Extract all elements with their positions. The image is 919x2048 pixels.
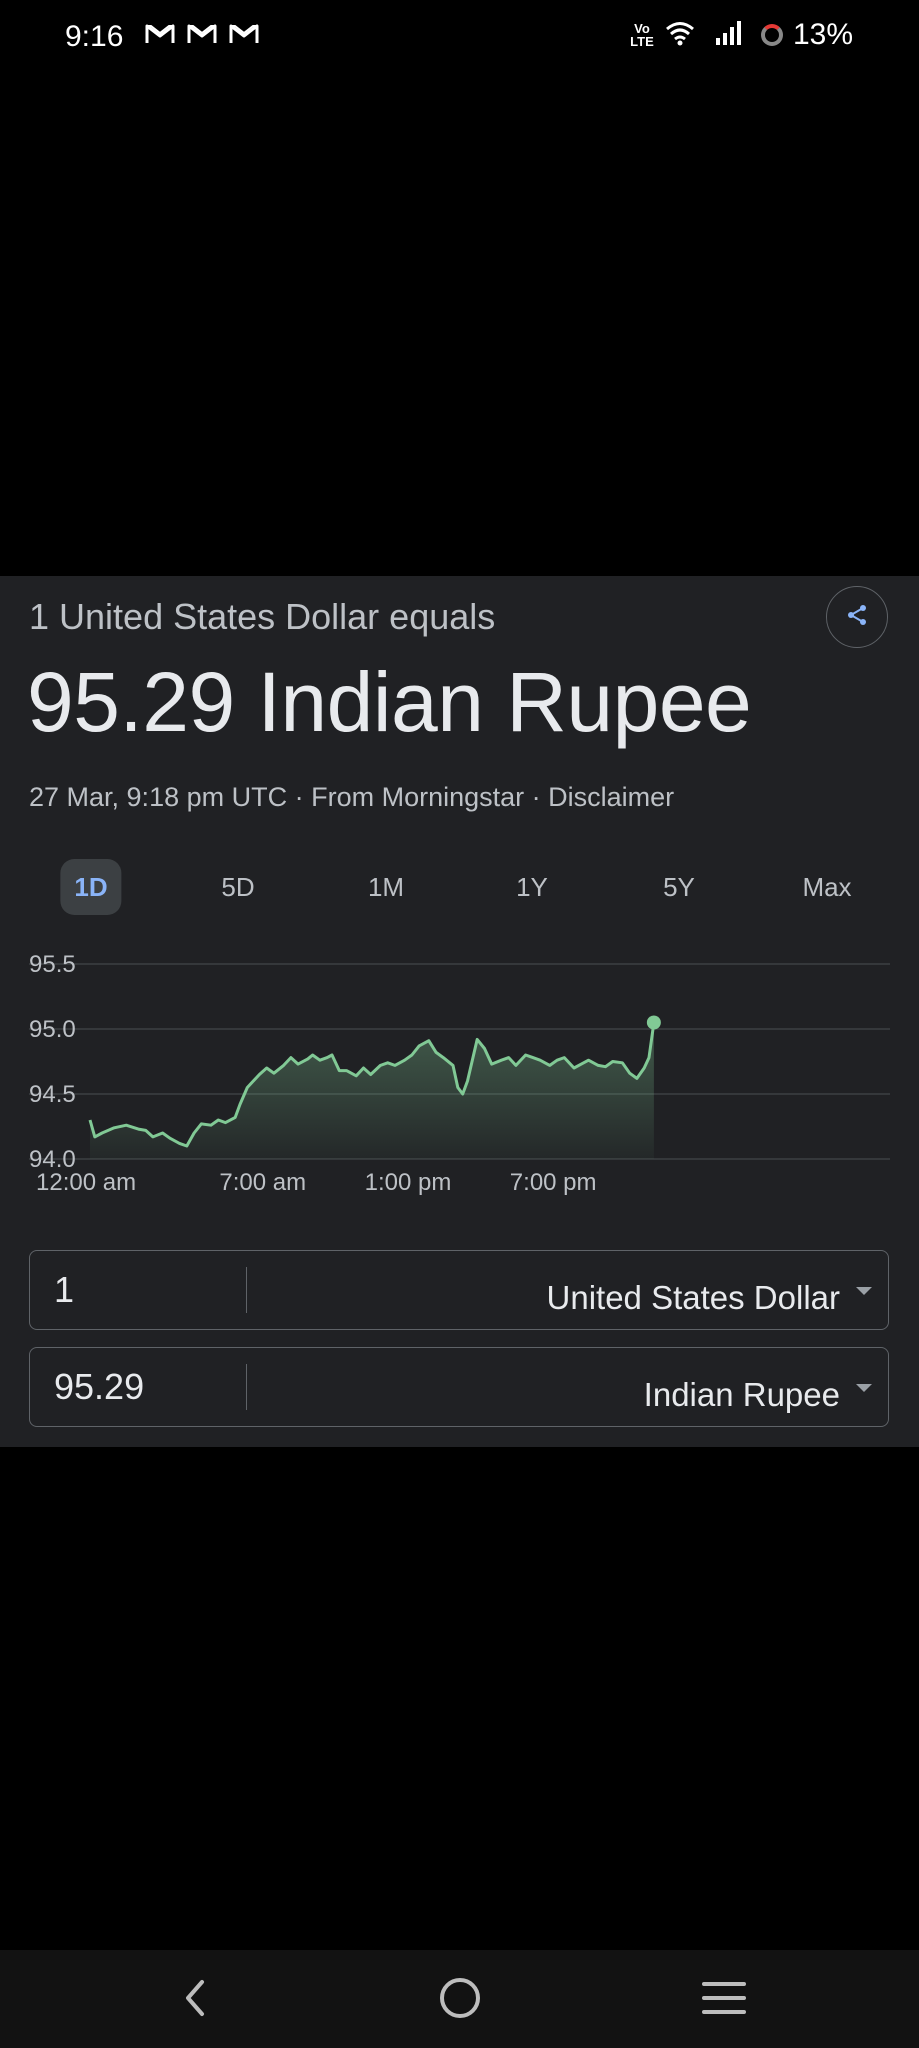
y-tick-label: 95.0 — [29, 1016, 76, 1043]
from-currency-select[interactable]: United States Dollar — [547, 1279, 840, 1317]
currency-converter-card: 1 United States Dollar equals 95.29 Indi… — [0, 576, 919, 1447]
row-divider — [246, 1267, 247, 1313]
tab-1d[interactable]: 1D — [60, 859, 122, 915]
back-button[interactable] — [165, 1970, 225, 2030]
gmail-icon — [228, 22, 260, 46]
to-amount-input[interactable]: 95.29 — [54, 1366, 144, 1408]
gmail-icon — [186, 22, 218, 46]
x-tick-label: 1:00 pm — [365, 1169, 452, 1196]
chart-last-point — [646, 1015, 661, 1030]
to-currency-row: 95.29 Indian Rupee — [29, 1347, 889, 1427]
tab-1y[interactable]: 1Y — [502, 859, 562, 915]
x-tick-label: 7:00 pm — [510, 1169, 597, 1196]
to-currency-select[interactable]: Indian Rupee — [644, 1376, 840, 1414]
x-tick-label: 12:00 am — [36, 1169, 136, 1196]
signal-icon — [715, 20, 743, 51]
x-tick-label: 7:00 am — [219, 1169, 306, 1196]
tab-5d[interactable]: 5D — [207, 859, 268, 915]
menu-icon — [702, 1980, 746, 2021]
back-icon — [180, 1978, 210, 2023]
navigation-bar — [0, 1950, 919, 2048]
status-time: 9:16 — [65, 20, 124, 53]
y-tick-label: 95.5 — [29, 951, 76, 978]
range-tabs: 1D 5D 1M 1Y 5Y Max — [0, 859, 919, 915]
recents-button[interactable] — [694, 1970, 754, 2030]
y-tick-label: 94.5 — [29, 1081, 76, 1108]
exchange-rate-chart: 95.595.094.594.0 12:00 am 7:00 am 1:00 pm 7… — [29, 951, 890, 1196]
tab-5y[interactable]: 5Y — [649, 859, 709, 915]
row-divider — [246, 1364, 247, 1410]
home-button[interactable] — [430, 1970, 490, 2030]
gmail-icon — [144, 22, 176, 46]
battery-level: 13% — [792, 18, 853, 51]
home-icon — [438, 1976, 482, 2025]
conversion-result: 95.29 Indian Rupee — [27, 655, 752, 749]
from-amount-input[interactable]: 1 — [54, 1269, 74, 1311]
from-currency-row: 1 United States Dollar — [29, 1250, 889, 1330]
share-button[interactable] — [826, 586, 888, 648]
tab-max[interactable]: Max — [788, 859, 865, 915]
battery-icon — [760, 24, 783, 46]
volte-badge: Vo LTE — [630, 21, 654, 49]
notification-icons — [144, 22, 260, 46]
wifi-icon — [665, 20, 695, 51]
share-icon — [845, 603, 869, 632]
dropdown-arrow-icon[interactable] — [856, 1287, 872, 1295]
tab-1m[interactable]: 1M — [354, 859, 418, 915]
chart-area-fill — [90, 1022, 654, 1159]
status-bar: 9:16 Vo LTE 13% — [0, 0, 919, 75]
dropdown-arrow-icon[interactable] — [856, 1384, 872, 1392]
conversion-label: 1 United States Dollar equals — [29, 596, 496, 637]
source-line: 27 Mar, 9:18 pm UTC · From Morningstar ·… — [29, 782, 675, 812]
status-indicators: Vo LTE 13% — [629, 18, 853, 52]
